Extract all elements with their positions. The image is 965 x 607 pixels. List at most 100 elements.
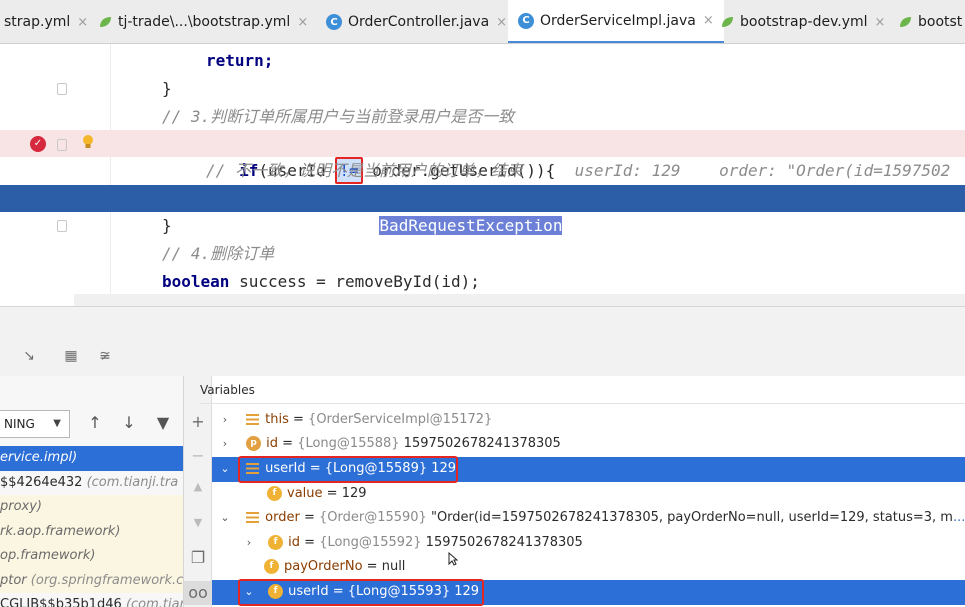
frame-item[interactable]: CGLIB$$b35b1d46 (com.tian xyxy=(0,593,183,607)
variable-name: order xyxy=(265,510,300,525)
variable-row[interactable]: › this = {OrderServiceImpl@15172} xyxy=(212,408,965,433)
step-into-icon[interactable]: ↘ xyxy=(20,347,38,365)
arrow-up-icon[interactable]: ↑ xyxy=(86,412,104,434)
field-icon: f xyxy=(267,486,282,501)
spring-leaf-icon xyxy=(900,17,911,27)
fold-marker-icon[interactable] xyxy=(57,83,67,95)
remove-watch-icon[interactable]: − xyxy=(184,446,212,465)
variable-ref: {Order@15590} xyxy=(318,510,427,525)
variable-value: 129 xyxy=(341,486,367,501)
frame-item[interactable]: proxy) xyxy=(0,495,183,520)
tab-order-controller[interactable]: C OrderController.java × xyxy=(316,0,517,43)
code-comment: // 4.删除订单 xyxy=(162,244,275,263)
code-line[interactable]: return; xyxy=(0,47,965,74)
breakpoint-line[interactable]: if(userId != order.getUserId()){ userId:… xyxy=(0,130,965,184)
code-comment: // 3.判断订单所属用户与当前登录用户是否一致 xyxy=(162,107,515,126)
add-watch-icon[interactable]: + xyxy=(184,412,212,431)
variable-row[interactable]: › f id = {Long@15592} 1597502678241378305 xyxy=(212,531,965,556)
variable-name: id xyxy=(288,535,301,550)
arrow-down-icon[interactable]: ↓ xyxy=(120,412,138,434)
code-comment: // 不一致，说明不是当前用户的订单，结束 xyxy=(206,161,523,180)
code-editor[interactable]: return; } // 3.判断订单所属用户与当前登录用户是否一致 if(us… xyxy=(0,44,965,306)
close-icon[interactable]: × xyxy=(77,15,88,30)
tab-label: bootst xyxy=(918,14,963,30)
class-icon: C xyxy=(518,12,534,29)
close-icon[interactable]: × xyxy=(297,15,308,30)
collapse-icon[interactable]: ⌄ xyxy=(218,506,232,531)
trace-icon[interactable]: ≆ xyxy=(96,347,114,365)
move-up-icon[interactable]: ▲ xyxy=(184,480,212,493)
fold-marker-icon[interactable] xyxy=(57,220,67,232)
keyword: boolean xyxy=(162,272,230,291)
code-line[interactable]: // 不一致，说明不是当前用户的订单，结束 xyxy=(0,157,965,184)
variable-name: id xyxy=(266,436,279,451)
variable-ref: {Long@15588} xyxy=(297,436,400,451)
code-line[interactable]: // 4.删除订单 xyxy=(0,240,965,267)
variable-name: this xyxy=(265,412,289,427)
class-icon: C xyxy=(326,14,342,30)
execution-line[interactable]: throw new BadRequestException("不能删除他人订单"… xyxy=(0,185,965,235)
frame-item[interactable]: $$4264e432 (com.tianji.tra xyxy=(0,471,183,496)
frame-item[interactable]: ervice.impl) xyxy=(0,446,183,471)
tab-order-service-impl[interactable]: C OrderServiceImpl.java × xyxy=(508,0,724,43)
tab-bootst[interactable]: bootst xyxy=(888,0,965,43)
tab-label: OrderServiceImpl.java xyxy=(540,12,696,29)
collapse-icon[interactable]: ⌄ xyxy=(218,457,232,482)
close-icon[interactable]: × xyxy=(496,15,507,30)
variable-row[interactable]: f value = 129 xyxy=(212,482,965,507)
move-down-icon[interactable]: ▼ xyxy=(184,516,212,529)
evaluate-table-icon[interactable]: ▦ xyxy=(62,347,80,365)
tab-strap-yml[interactable]: strap.yml × xyxy=(0,0,98,43)
expand-icon[interactable]: › xyxy=(242,531,256,556)
tab-label: strap.yml xyxy=(4,14,71,30)
variable-ref: {Long@15592} xyxy=(319,535,422,550)
copy-icon[interactable]: ❐ xyxy=(184,548,212,567)
variable-name: value xyxy=(287,486,323,501)
filter-icon[interactable]: ▼ xyxy=(154,412,172,434)
thread-selector[interactable]: NING ▼ xyxy=(0,410,70,438)
expand-icon[interactable]: › xyxy=(218,408,232,433)
variable-name: payOrderNo xyxy=(284,559,363,574)
highlight-box xyxy=(238,579,484,606)
expand-icon[interactable]: › xyxy=(218,432,232,457)
horizontal-scrollbar[interactable] xyxy=(74,294,965,306)
frame-item[interactable]: ptor (org.springframework.c xyxy=(0,568,184,593)
frame-text: rk.aop.framework) xyxy=(0,523,121,539)
frame-item[interactable]: rk.aop.framework) xyxy=(0,519,183,544)
lightbulb-icon[interactable] xyxy=(81,134,95,150)
variable-row[interactable]: ⌄ order = {Order@15590} "Order(id=159750… xyxy=(212,506,965,531)
variable-icon xyxy=(246,512,260,523)
ide-window: strap.yml × tj-trade\...\bootstrap.yml ×… xyxy=(0,0,965,607)
glasses-icon[interactable]: oo xyxy=(184,581,212,605)
variables-panel: Variables › this = {OrderServiceImpl@151… xyxy=(200,376,965,607)
spring-leaf-icon xyxy=(100,17,111,27)
code-line[interactable]: boolean success = removeById(id); xyxy=(0,268,965,295)
frame-package: (org.springframework.c xyxy=(26,572,184,588)
variable-value: "Order(id=1597502678241378305, payOrderN… xyxy=(426,510,953,525)
keyword: return; xyxy=(206,51,274,70)
variable-row[interactable]: f payOrderNo = null xyxy=(212,555,965,580)
field-icon: f xyxy=(268,535,284,550)
tab-label: OrderController.java xyxy=(348,14,490,30)
spring-leaf-icon xyxy=(722,17,733,27)
frame-item[interactable]: op.framework) xyxy=(0,544,183,569)
frame-list: ervice.impl) $$4264e432 (com.tianji.tra … xyxy=(0,446,184,607)
code-line[interactable]: } xyxy=(0,212,965,239)
equals-sign: = xyxy=(300,535,320,550)
variable-row[interactable]: › p id = {Long@15588} 1597502678241378305 xyxy=(212,432,965,457)
fold-marker-icon[interactable] xyxy=(57,139,67,151)
view-link[interactable]: ... View xyxy=(953,510,965,525)
close-icon[interactable]: × xyxy=(875,15,886,30)
variables-title: Variables xyxy=(200,383,255,397)
field-icon: f xyxy=(264,559,279,574)
brace: } xyxy=(162,79,172,98)
tab-tj-trade-bootstrap[interactable]: tj-trade\...\bootstrap.yml × xyxy=(88,0,318,43)
code-line[interactable]: } xyxy=(0,75,965,102)
equals-sign: = xyxy=(288,412,309,427)
breakpoint-icon[interactable]: ✓ xyxy=(30,136,46,152)
parameter-icon: p xyxy=(246,436,262,451)
thread-selector-value: NING xyxy=(4,417,35,431)
code-line[interactable]: // 3.判断订单所属用户与当前登录用户是否一致 xyxy=(0,103,965,130)
tab-label: bootstrap-dev.yml xyxy=(740,14,868,30)
tab-bootstrap-dev[interactable]: bootstrap-dev.yml × xyxy=(710,0,895,43)
